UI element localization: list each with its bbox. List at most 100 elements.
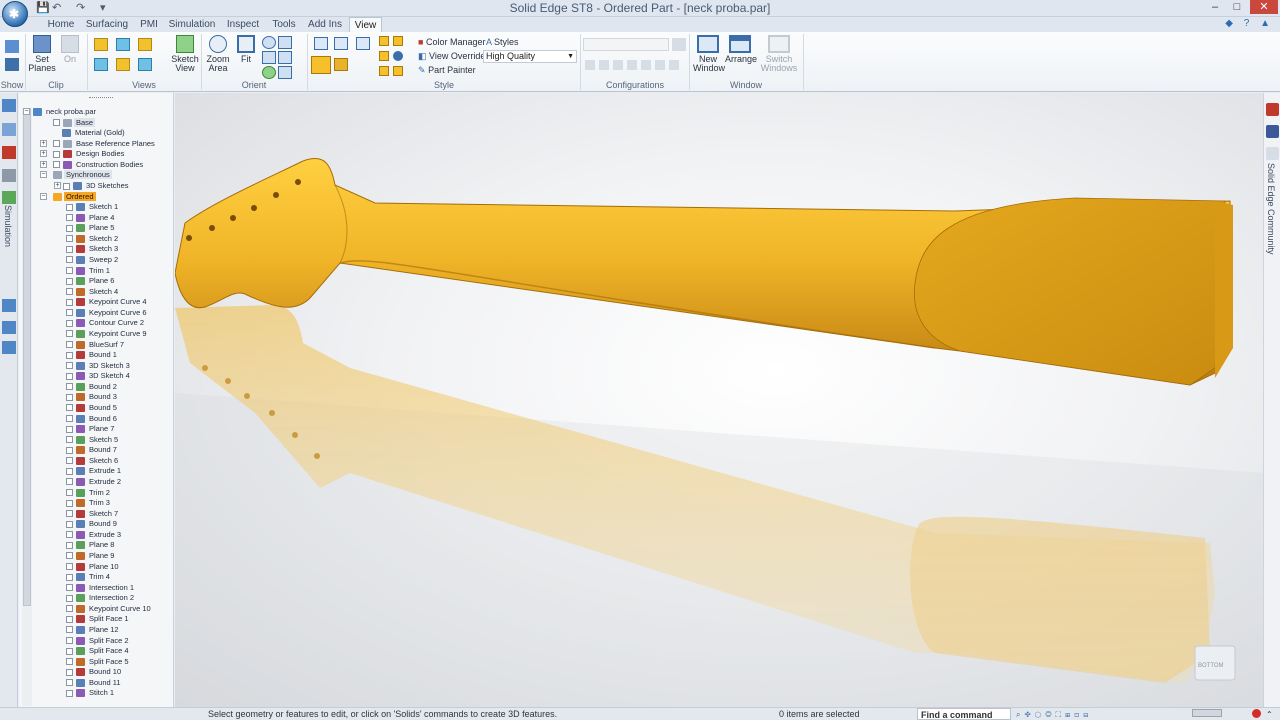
- tree-node-feature[interactable]: Keypoint Curve 4: [66, 297, 149, 307]
- tree-node-feature[interactable]: Sketch 3: [66, 244, 120, 254]
- tree-node-feature[interactable]: Plane 5: [66, 223, 116, 233]
- visibility-checkbox[interactable]: [66, 298, 73, 306]
- tree-node-feature[interactable]: Intersection 1: [66, 583, 136, 593]
- visibility-checkbox[interactable]: [66, 309, 73, 317]
- visibility-checkbox[interactable]: [66, 235, 73, 243]
- tree-node-feature[interactable]: Bound 9: [66, 519, 119, 529]
- simulation-tab-label[interactable]: Simulation: [3, 205, 13, 247]
- visibility-checkbox[interactable]: [66, 510, 73, 518]
- visibility-checkbox[interactable]: [66, 362, 73, 370]
- tree-node-feature[interactable]: Bound 10: [66, 667, 123, 677]
- tree-node-feature[interactable]: Trim 3: [66, 498, 112, 508]
- tree-node-feature[interactable]: Bound 2: [66, 382, 119, 392]
- tree-node-feature[interactable]: Intersection 2: [66, 593, 136, 603]
- visibility-checkbox[interactable]: [66, 541, 73, 549]
- visibility-checkbox[interactable]: [66, 594, 73, 602]
- fit-button[interactable]: Fit: [231, 35, 261, 64]
- tree-node-material[interactable]: Material (Gold): [62, 128, 127, 138]
- save-configuration-icon[interactable]: [672, 38, 686, 51]
- visibility-checkbox[interactable]: [66, 319, 73, 327]
- tab-add-ins[interactable]: Add Ins: [306, 17, 344, 32]
- tree-node-feature[interactable]: 3D Sketch 4: [66, 371, 132, 381]
- tree-node-construction-bodies[interactable]: Construction Bodies: [53, 160, 145, 170]
- sketch-view-button[interactable]: Sketch View: [170, 35, 200, 73]
- tree-node-feature[interactable]: Plane 8: [66, 540, 116, 550]
- visibility-checkbox[interactable]: [66, 383, 73, 391]
- part-painter-button[interactable]: ✎ Part Painter: [418, 64, 476, 76]
- tree-node-feature[interactable]: Trim 4: [66, 572, 112, 582]
- visibility-checkbox[interactable]: [66, 584, 73, 592]
- close-button[interactable]: ✕: [1250, 0, 1278, 14]
- style-toggle-5-icon[interactable]: [379, 66, 389, 76]
- shaded-edges-icon[interactable]: [334, 37, 348, 50]
- visibility-checkbox[interactable]: [66, 267, 73, 275]
- tree-node-ordered[interactable]: Ordered: [53, 191, 96, 202]
- tree-node-3d-sketches[interactable]: 3D Sketches: [63, 181, 131, 191]
- visibility-checkbox[interactable]: [66, 288, 73, 296]
- view-cube[interactable]: BOTTOM: [1194, 645, 1236, 681]
- tree-node-feature[interactable]: Plane 6: [66, 276, 116, 286]
- visibility-checkbox[interactable]: [66, 446, 73, 454]
- visibility-checkbox[interactable]: [66, 647, 73, 655]
- tree-node-feature[interactable]: Bound 11: [66, 678, 123, 688]
- tree-node-base-reference-planes[interactable]: Base Reference Planes: [53, 139, 157, 149]
- tree-node-feature[interactable]: Bound 7: [66, 445, 119, 455]
- tree-node-feature[interactable]: Sketch 4: [66, 287, 120, 297]
- rotate-icon[interactable]: [262, 51, 276, 64]
- tree-node-feature[interactable]: 3D Sketch 3: [66, 361, 132, 371]
- tree-node-feature[interactable]: BlueSurf 7: [66, 340, 126, 350]
- show-panes-icon[interactable]: [5, 40, 19, 53]
- visibility-checkbox[interactable]: [66, 573, 73, 581]
- view-front-icon[interactable]: [94, 38, 108, 51]
- graphics-window[interactable]: BOTTOM: [175, 93, 1263, 707]
- zoom-icon[interactable]: [262, 36, 276, 49]
- config-tool-3-icon[interactable]: [613, 60, 623, 70]
- tree-node-feature[interactable]: Keypoint Curve 9: [66, 329, 149, 339]
- color-manager-button[interactable]: ■ Color Manager: [418, 36, 485, 48]
- tree-node-feature[interactable]: Plane 7: [66, 424, 116, 434]
- tree-node-feature[interactable]: Plane 4: [66, 213, 116, 223]
- tree-node-feature[interactable]: Bound 6: [66, 414, 119, 424]
- record-icon[interactable]: [1252, 709, 1261, 718]
- visibility-checkbox[interactable]: [66, 203, 73, 211]
- visibility-checkbox[interactable]: [66, 330, 73, 338]
- tree-node-feature[interactable]: Sketch 1: [66, 202, 120, 212]
- pan-icon[interactable]: [278, 36, 292, 49]
- tree-expander-icon[interactable]: +: [54, 181, 61, 189]
- shaded-icon[interactable]: [314, 37, 328, 50]
- youtube-icon[interactable]: [1266, 103, 1279, 116]
- arrange-button[interactable]: Arrange: [725, 35, 757, 64]
- visibility-checkbox[interactable]: [66, 404, 73, 412]
- new-window-button[interactable]: New Window: [693, 35, 725, 73]
- set-planes-button[interactable]: Set Planes: [27, 35, 57, 73]
- previous-view-icon[interactable]: [278, 66, 292, 79]
- visibility-checkbox[interactable]: [66, 658, 73, 666]
- tree-expander-icon[interactable]: +: [40, 139, 47, 147]
- visibility-checkbox[interactable]: [66, 214, 73, 222]
- view-overrides-button[interactable]: ◧ View Overrides: [418, 50, 490, 62]
- teamcenter-tab-icon[interactable]: [2, 169, 16, 182]
- tab-view[interactable]: View: [349, 17, 382, 32]
- visibility-checkbox[interactable]: [66, 478, 73, 486]
- view-dimetric-icon[interactable]: [116, 58, 130, 71]
- tree-node-feature[interactable]: Split Face 5: [66, 657, 131, 667]
- visibility-checkbox[interactable]: [66, 668, 73, 676]
- switch-windows-button[interactable]: Switch Windows: [760, 35, 798, 73]
- config-tool-7-icon[interactable]: [669, 60, 679, 70]
- style-toggle-2-icon[interactable]: [393, 36, 403, 46]
- visibility-checkbox[interactable]: [66, 489, 73, 497]
- tree-node-feature[interactable]: Plane 12: [66, 625, 121, 635]
- tree-node-feature[interactable]: Sweep 2: [66, 255, 120, 265]
- visibility-checkbox[interactable]: [66, 520, 73, 528]
- tab-inspect[interactable]: Inspect: [224, 17, 262, 32]
- tree-node-feature[interactable]: Sketch 2: [66, 234, 120, 244]
- look-at-icon[interactable]: [262, 66, 276, 79]
- tree-expander-icon[interactable]: +: [40, 160, 47, 168]
- zoom-area-button[interactable]: Zoom Area: [203, 35, 233, 73]
- styles-button[interactable]: A Styles: [486, 36, 519, 48]
- config-tool-6-icon[interactable]: [655, 60, 665, 70]
- tree-node-base[interactable]: Base: [53, 117, 96, 128]
- style-toggle-6-icon[interactable]: [393, 66, 403, 76]
- visibility-checkbox[interactable]: [66, 615, 73, 623]
- tree-node-feature[interactable]: Sketch 6: [66, 456, 120, 466]
